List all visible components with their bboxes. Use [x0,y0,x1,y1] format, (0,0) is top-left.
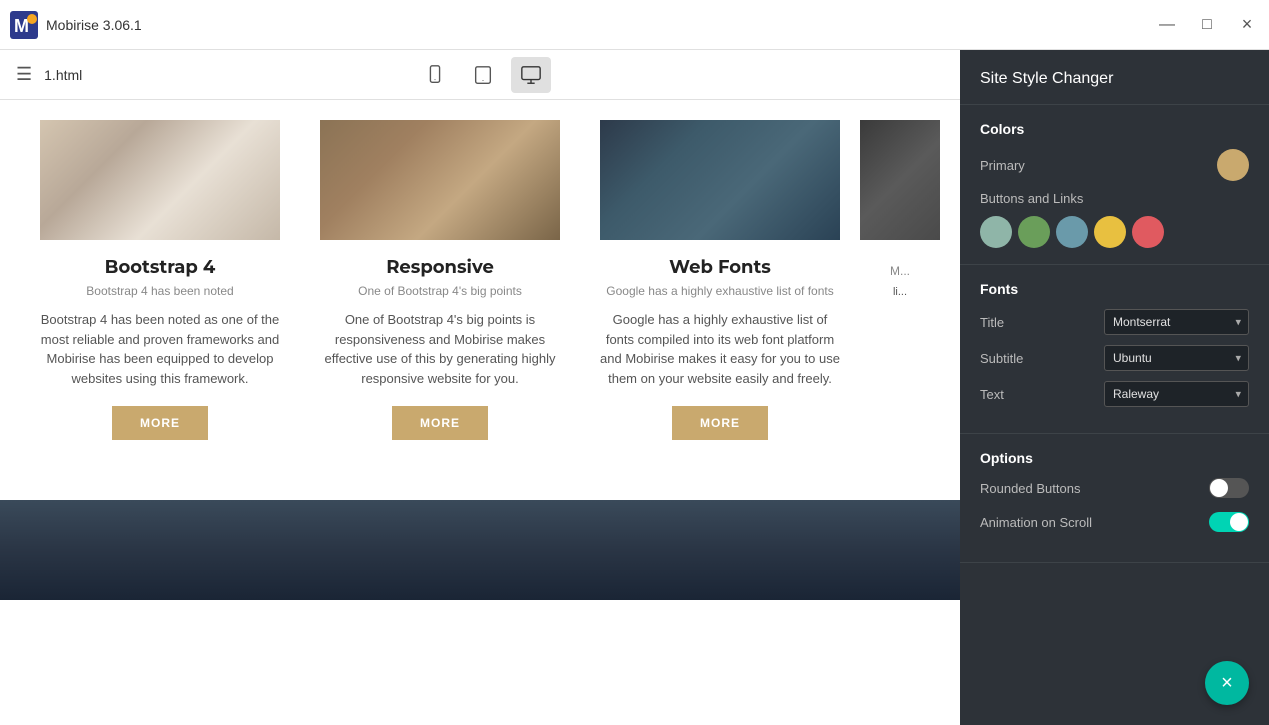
minimize-button[interactable]: — [1155,13,1179,37]
canvas-area: ☰ 1.html [0,50,960,725]
card4-subtext: li... [889,286,911,298]
fonts-label: Fonts [980,281,1249,297]
card1-subtitle: Bootstrap 4 has been noted [86,284,233,298]
tablet-view-button[interactable] [463,57,503,93]
file-name: 1.html [44,67,82,83]
text-font-row: Text Raleway Montserrat Ubuntu [980,381,1249,407]
rounded-buttons-toggle-thumb [1210,479,1228,497]
card2-more-button[interactable]: MORE [392,406,488,440]
animation-scroll-label: Animation on Scroll [980,515,1092,530]
rounded-buttons-toggle[interactable] [1209,478,1249,498]
app-icon: M [10,11,38,39]
panel-header: Site Style Changer [960,50,1269,105]
card3-title: Web Fonts [669,256,771,278]
card2-image [320,120,560,240]
card1-image [40,120,280,240]
buttons-links-row: Buttons and Links [980,191,1249,206]
swatch-green[interactable] [1018,216,1050,248]
title-font-row: Title Montserrat Ubuntu Raleway Open San… [980,309,1249,335]
options-section: Options Rounded Buttons Animation on Scr… [960,434,1269,563]
color-swatches [980,216,1249,248]
card-webfonts: Web Fonts Google has a highly exhaustive… [580,120,860,460]
title-font-select-wrapper: Montserrat Ubuntu Raleway Open Sans [1104,309,1249,335]
card2-subtitle: One of Bootstrap 4's big points [358,284,522,298]
card3-image [600,120,840,240]
title-font-select[interactable]: Montserrat Ubuntu Raleway Open Sans [1104,309,1249,335]
bottom-section [0,500,960,600]
card-bootstrap: Bootstrap 4 Bootstrap 4 has been noted B… [20,120,300,460]
subtitle-font-select[interactable]: Ubuntu Montserrat Raleway [1104,345,1249,371]
options-label: Options [980,450,1249,466]
sidebar-panel: Site Style Changer Colors Primary Button… [960,50,1269,725]
primary-color-swatch[interactable] [1217,149,1249,181]
mobile-view-button[interactable] [415,57,455,93]
app-title: Mobirise 3.06.1 [46,17,142,33]
card4-text: M... [886,256,914,286]
card2-title: Responsive [386,256,494,278]
cards-section: Bootstrap 4 Bootstrap 4 has been noted B… [0,100,960,500]
close-button[interactable]: × [1235,13,1259,37]
subtitle-font-select-wrapper: Ubuntu Montserrat Raleway [1104,345,1249,371]
fab-button[interactable]: × [1205,661,1249,705]
hamburger-icon[interactable]: ☰ [16,64,32,85]
card1-more-button[interactable]: MORE [112,406,208,440]
maximize-button[interactable]: □ [1195,13,1219,37]
title-font-label: Title [980,315,1040,330]
animation-scroll-toggle-thumb [1230,513,1248,531]
panel-title: Site Style Changer [980,70,1249,88]
card4-image [860,120,940,240]
desktop-view-button[interactable] [511,57,551,93]
card1-title: Bootstrap 4 [105,256,216,278]
subtitle-font-label: Subtitle [980,351,1040,366]
swatch-yellow[interactable] [1094,216,1126,248]
card3-text: Google has a highly exhaustive list of f… [600,310,840,388]
colors-label: Colors [980,121,1249,137]
fab-icon: × [1221,672,1233,695]
animation-scroll-toggle[interactable] [1209,512,1249,532]
text-font-select[interactable]: Raleway Montserrat Ubuntu [1104,381,1249,407]
animation-scroll-row: Animation on Scroll [980,512,1249,532]
rounded-buttons-label: Rounded Buttons [980,481,1080,496]
title-bar: M Mobirise 3.06.1 — □ × [0,0,1269,50]
card1-text: Bootstrap 4 has been noted as one of the… [40,310,280,388]
svg-text:M: M [14,16,29,36]
colors-section: Colors Primary Buttons and Links [960,105,1269,265]
card3-subtitle: Google has a highly exhaustive list of f… [606,284,833,298]
subtitle-font-row: Subtitle Ubuntu Montserrat Raleway [980,345,1249,371]
rounded-buttons-row: Rounded Buttons [980,478,1249,498]
text-font-select-wrapper: Raleway Montserrat Ubuntu [1104,381,1249,407]
text-font-label: Text [980,387,1040,402]
card-responsive: Responsive One of Bootstrap 4's big poin… [300,120,580,460]
primary-color-row: Primary [980,149,1249,181]
swatch-bluegray[interactable] [1056,216,1088,248]
swatch-teal[interactable] [980,216,1012,248]
card-partial: M... li... [860,120,940,460]
swatch-red[interactable] [1132,216,1164,248]
toolbar: ☰ 1.html [0,50,960,100]
fonts-section: Fonts Title Montserrat Ubuntu Raleway Op… [960,265,1269,434]
card2-text: One of Bootstrap 4's big points is respo… [320,310,560,388]
buttons-links-label: Buttons and Links [980,191,1083,206]
primary-label: Primary [980,158,1025,173]
card3-more-button[interactable]: MORE [672,406,768,440]
